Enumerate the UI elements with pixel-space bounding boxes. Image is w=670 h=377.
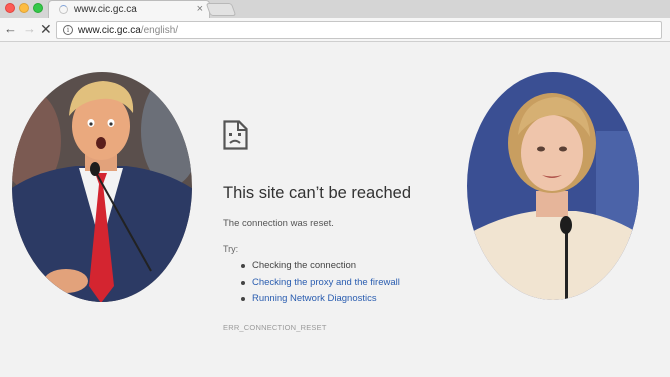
tab-close-icon[interactable]: × xyxy=(197,3,203,15)
photo-left-oval xyxy=(12,72,192,302)
url-host: www.cic.gc.ca xyxy=(78,25,141,36)
address-bar[interactable]: i www.cic.gc.ca/english/ xyxy=(56,21,662,39)
tab-title: www.cic.gc.ca xyxy=(74,4,137,15)
url-path: /english/ xyxy=(140,25,179,36)
suggestion-check-connection: Checking the connection xyxy=(241,260,400,277)
tab-active[interactable]: www.cic.gc.ca × xyxy=(48,0,210,18)
forward-button[interactable]: → xyxy=(23,21,36,37)
loading-spinner-icon xyxy=(59,5,68,14)
try-label: Try: xyxy=(223,244,239,254)
error-code: ERR_CONNECTION_RESET xyxy=(223,323,327,332)
suggestion-check-proxy-firewall-link[interactable]: Checking the proxy and the firewall xyxy=(241,277,400,294)
suggestions-list: Checking the connection Checking the pro… xyxy=(241,260,400,310)
tab-strip: www.cic.gc.ca × xyxy=(0,0,670,18)
photo-right-oval xyxy=(467,72,639,300)
new-tab-button[interactable] xyxy=(205,3,237,16)
url-text[interactable]: www.cic.gc.ca/english/ xyxy=(78,25,178,36)
toolbar: ← → ✕ i www.cic.gc.ca/english/ xyxy=(0,18,670,42)
suggestion-network-diagnostics-link[interactable]: Running Network Diagnostics xyxy=(241,293,400,310)
stop-button[interactable]: ✕ xyxy=(40,21,52,37)
back-button[interactable]: ← xyxy=(4,21,17,37)
error-subtitle: The connection was reset. xyxy=(223,218,334,229)
zoom-window-button[interactable] xyxy=(33,3,43,13)
close-window-button[interactable] xyxy=(5,3,15,13)
minimize-window-button[interactable] xyxy=(19,3,29,13)
error-title: This site can’t be reached xyxy=(223,184,412,202)
info-icon[interactable]: i xyxy=(63,25,73,35)
sad-document-icon xyxy=(223,120,248,150)
